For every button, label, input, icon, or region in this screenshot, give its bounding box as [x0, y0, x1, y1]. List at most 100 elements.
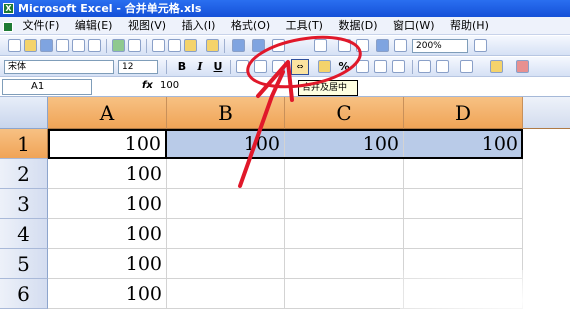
column-header-a[interactable]: A	[48, 97, 167, 129]
cut-icon[interactable]	[152, 39, 165, 52]
print-icon[interactable]	[72, 39, 85, 52]
cell-b6[interactable]	[167, 279, 285, 309]
font-size-combo[interactable]: 12	[118, 60, 158, 74]
font-color-icon[interactable]	[516, 60, 529, 73]
menu-file[interactable]: 文件(F)	[17, 17, 66, 35]
copy-icon[interactable]	[168, 39, 181, 52]
row-header-4[interactable]: 4	[0, 219, 48, 249]
format-painter-icon[interactable]	[206, 39, 219, 52]
menu-view[interactable]: 视图(V)	[122, 17, 172, 35]
zoom-combo[interactable]: 200%	[412, 39, 468, 53]
toolbar-separator	[166, 60, 167, 74]
hyperlink-icon[interactable]	[272, 39, 285, 52]
menu-window[interactable]: 窗口(W)	[387, 17, 440, 35]
column-header-b[interactable]: B	[167, 97, 285, 129]
merge-tooltip: 合并及居中	[298, 80, 358, 96]
permission-icon[interactable]	[56, 39, 69, 52]
cell-b4[interactable]	[167, 219, 285, 249]
help-icon[interactable]	[474, 39, 487, 52]
bold-button[interactable]: B	[174, 59, 190, 74]
spelling-icon[interactable]	[112, 39, 125, 52]
cell-a5[interactable]: 100	[48, 249, 167, 279]
cell-c2[interactable]	[285, 159, 404, 189]
research-icon[interactable]	[128, 39, 141, 52]
decrease-decimal-icon[interactable]	[392, 60, 405, 73]
function-icon[interactable]: fx	[142, 80, 153, 91]
new-icon[interactable]	[8, 39, 21, 52]
merge-center-icon: ⇔	[296, 62, 304, 71]
window-title: Microsoft Excel - 合并单元格.xls	[18, 2, 202, 15]
open-icon[interactable]	[24, 39, 37, 52]
sort-descending-icon[interactable]	[356, 39, 369, 52]
cell-d1[interactable]: 100	[404, 129, 523, 159]
toolbar-separator	[106, 39, 107, 53]
cell-a3[interactable]: 100	[48, 189, 167, 219]
cell-c3[interactable]	[285, 189, 404, 219]
cell-b5[interactable]	[167, 249, 285, 279]
row-header-1[interactable]: 1	[0, 129, 48, 159]
save-icon[interactable]	[40, 39, 53, 52]
menu-help[interactable]: 帮助(H)	[444, 17, 495, 35]
select-all-corner[interactable]	[0, 97, 48, 129]
row-header-2[interactable]: 2	[0, 159, 48, 189]
drawing-icon[interactable]	[394, 39, 407, 52]
increase-indent-icon[interactable]	[436, 60, 449, 73]
align-center-icon[interactable]	[254, 60, 267, 73]
percent-button[interactable]: %	[336, 59, 352, 74]
menu-format[interactable]: 格式(O)	[225, 17, 276, 35]
print-preview-icon[interactable]	[88, 39, 101, 52]
column-header-d[interactable]: D	[404, 97, 523, 129]
cell-b2[interactable]	[167, 159, 285, 189]
decrease-indent-icon[interactable]	[418, 60, 431, 73]
menu-insert[interactable]: 插入(I)	[176, 17, 222, 35]
cell-a4[interactable]: 100	[48, 219, 167, 249]
comma-style-icon[interactable]	[356, 60, 369, 73]
row-header-5[interactable]: 5	[0, 249, 48, 279]
underline-button[interactable]: U	[210, 59, 226, 74]
merge-center-button[interactable]: ⇔	[291, 59, 309, 75]
currency-icon[interactable]	[318, 60, 331, 73]
column-header-e[interactable]	[523, 97, 570, 129]
cell-d3[interactable]	[404, 189, 523, 219]
standard-toolbar: 200%	[0, 36, 570, 56]
menu-data[interactable]: 数据(D)	[332, 17, 383, 35]
menu-edit[interactable]: 编辑(E)	[69, 17, 119, 35]
cell-d4[interactable]	[404, 219, 523, 249]
toolbar-separator	[412, 60, 413, 74]
menu-tools[interactable]: 工具(T)	[280, 17, 329, 35]
sort-ascending-icon[interactable]	[338, 39, 351, 52]
cell-c6[interactable]	[285, 279, 404, 309]
fill-color-icon[interactable]	[490, 60, 503, 73]
font-name-combo[interactable]: 宋体	[4, 60, 114, 74]
row-header-3[interactable]: 3	[0, 189, 48, 219]
cell-b3[interactable]	[167, 189, 285, 219]
autosum-icon[interactable]	[314, 39, 327, 52]
cell-c4[interactable]	[285, 219, 404, 249]
cell-a2[interactable]: 100	[48, 159, 167, 189]
undo-icon[interactable]	[232, 39, 245, 52]
italic-button[interactable]: I	[192, 59, 208, 74]
paste-icon[interactable]	[184, 39, 197, 52]
align-left-icon[interactable]	[236, 60, 249, 73]
cell-d2[interactable]	[404, 159, 523, 189]
cell-c5[interactable]	[285, 249, 404, 279]
excel-doc-icon[interactable]	[3, 22, 13, 32]
cell-c1[interactable]: 100	[285, 129, 404, 159]
toolbar-separator	[146, 39, 147, 53]
redo-icon[interactable]	[252, 39, 265, 52]
cell-b1[interactable]: 100	[167, 129, 285, 159]
watermark	[400, 270, 570, 314]
cell-a1[interactable]: 100	[48, 129, 167, 159]
title-bar: X Microsoft Excel - 合并单元格.xls	[0, 0, 570, 17]
row-header-6[interactable]: 6	[0, 279, 48, 309]
chart-wizard-icon[interactable]	[376, 39, 389, 52]
align-right-icon[interactable]	[272, 60, 285, 73]
formula-value[interactable]: 100	[160, 80, 179, 91]
column-header-c[interactable]: C	[285, 97, 404, 129]
excel-icon: X	[3, 3, 14, 14]
name-box[interactable]: A1	[2, 79, 92, 95]
menu-bar: 文件(F) 编辑(E) 视图(V) 插入(I) 格式(O) 工具(T) 数据(D…	[0, 17, 570, 35]
cell-a6[interactable]: 100	[48, 279, 167, 309]
increase-decimal-icon[interactable]	[374, 60, 387, 73]
borders-icon[interactable]	[460, 60, 473, 73]
